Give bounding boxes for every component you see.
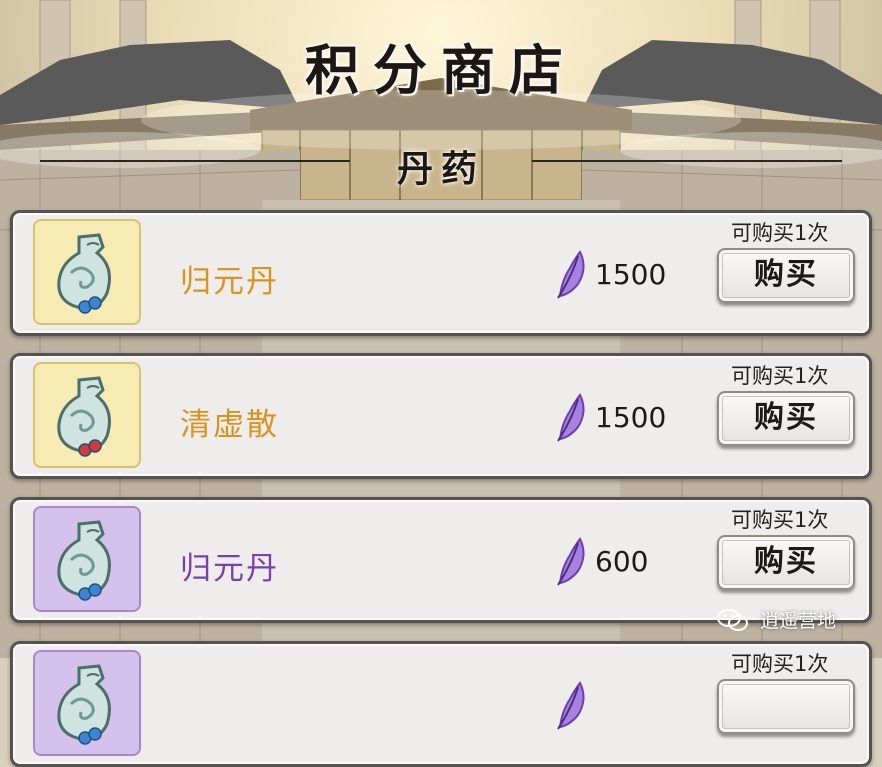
shop-item-card-2: 清虚散 1500 可购买1次 购买: [10, 353, 872, 479]
section-title: 丹药: [396, 148, 485, 190]
vase-pill-icon: [57, 520, 111, 601]
item-icon-frame[interactable]: [33, 650, 141, 756]
watermark-text: 逍遥营地: [760, 610, 837, 632]
item-icon-frame[interactable]: [33, 506, 141, 612]
shop-item-card-3: 归元丹 600 可购买1次 购买: [10, 497, 872, 623]
item-price: 1500: [595, 258, 667, 291]
watermark: 逍遥营地: [716, 606, 836, 632]
purchase-limit: 可购买1次: [731, 364, 829, 388]
purple-feather-icon: [557, 681, 585, 730]
buy-button[interactable]: 购买: [717, 535, 855, 590]
purple-feather-icon: [557, 537, 585, 586]
buy-button[interactable]: [717, 679, 855, 734]
buy-button[interactable]: 购买: [717, 391, 855, 446]
item-name: 清虚散: [180, 407, 279, 443]
purple-feather-icon: [557, 393, 585, 442]
item-icon-frame[interactable]: [33, 219, 141, 325]
purchase-limit: 可购买1次: [731, 508, 829, 532]
shop-item-card-1: 归元丹 1500 可购买1次 购买: [10, 210, 872, 336]
purple-feather-icon: [557, 250, 585, 299]
shop-title: 积分商店: [305, 38, 577, 102]
buy-button[interactable]: 购买: [717, 248, 855, 303]
item-price: 600: [595, 545, 649, 578]
item-name: 归元丹: [180, 551, 279, 587]
item-icon-frame[interactable]: [33, 362, 141, 468]
vase-pill-icon: [57, 664, 111, 745]
item-price: 1500: [595, 401, 667, 434]
vase-pill-icon: [57, 376, 111, 457]
vase-pill-icon: [57, 233, 111, 314]
wechat-icon: [717, 608, 748, 631]
purchase-limit: 可购买1次: [731, 652, 829, 676]
purchase-limit: 可购买1次: [731, 221, 829, 245]
item-name: 归元丹: [180, 264, 279, 300]
shop-item-card-4: 可购买1次: [10, 641, 872, 767]
